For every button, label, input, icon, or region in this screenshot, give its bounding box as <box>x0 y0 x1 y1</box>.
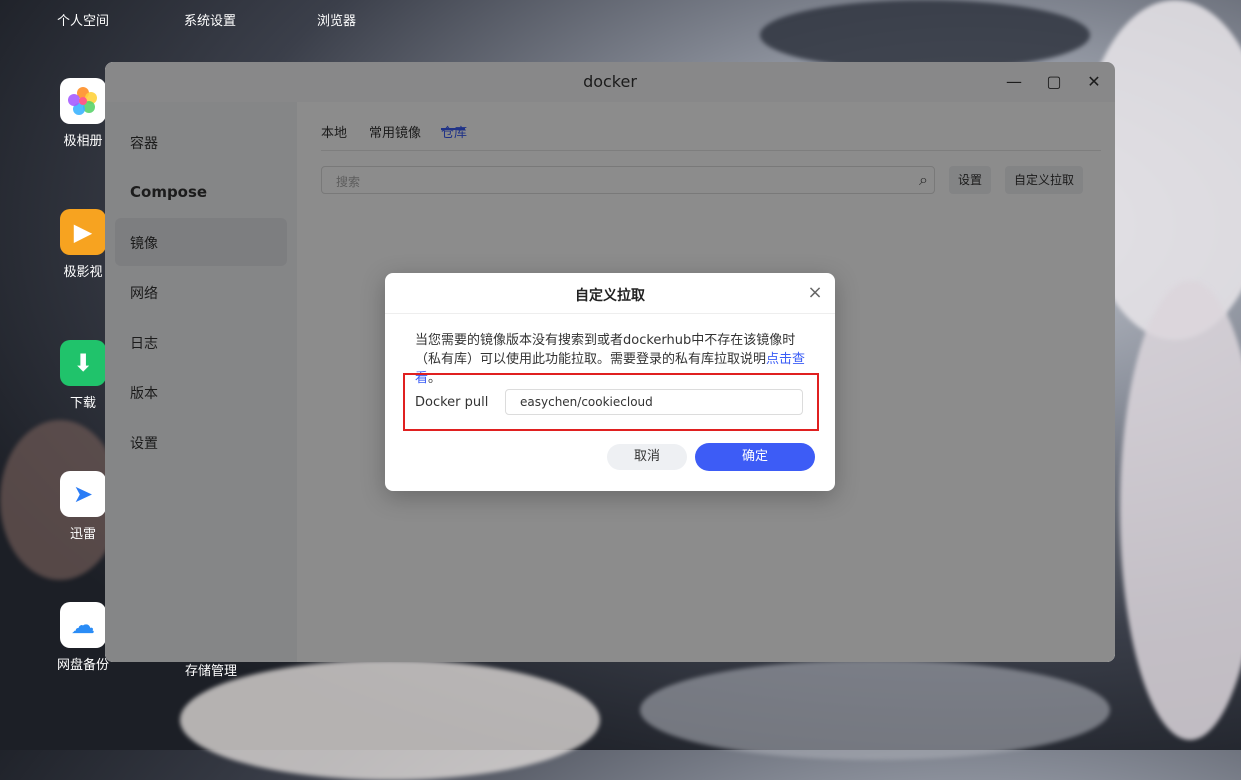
wallpaper-dress <box>1120 280 1241 740</box>
docker-pull-input[interactable] <box>505 389 803 415</box>
menu-system-settings[interactable]: 系统设置 <box>184 10 236 29</box>
thunder-icon: ➤ <box>60 471 106 517</box>
cloud-backup-icon: ☁ <box>60 602 106 648</box>
menu-browser[interactable]: 浏览器 <box>317 10 356 29</box>
menu-personal-space[interactable]: 个人空间 <box>57 10 109 29</box>
photos-icon <box>60 78 106 124</box>
custom-pull-dialog: 自定义拉取 × 当您需要的镜像版本没有搜索到或者dockerhub中不存在该镜像… <box>385 273 835 491</box>
wallpaper-dark <box>760 0 1090 70</box>
cancel-button[interactable]: 取消 <box>607 444 687 470</box>
dialog-title: 自定义拉取 <box>575 288 645 304</box>
desktop-icon-label: 存储管理 <box>184 664 237 679</box>
video-icon: ▶ <box>60 209 106 255</box>
dialog-divider <box>385 313 835 314</box>
confirm-button[interactable]: 确定 <box>695 443 815 471</box>
close-icon[interactable]: × <box>805 283 825 303</box>
download-icon: ⬇ <box>60 340 106 386</box>
wallpaper-bottom <box>640 660 1110 760</box>
docker-pull-label: Docker pull <box>415 395 489 410</box>
